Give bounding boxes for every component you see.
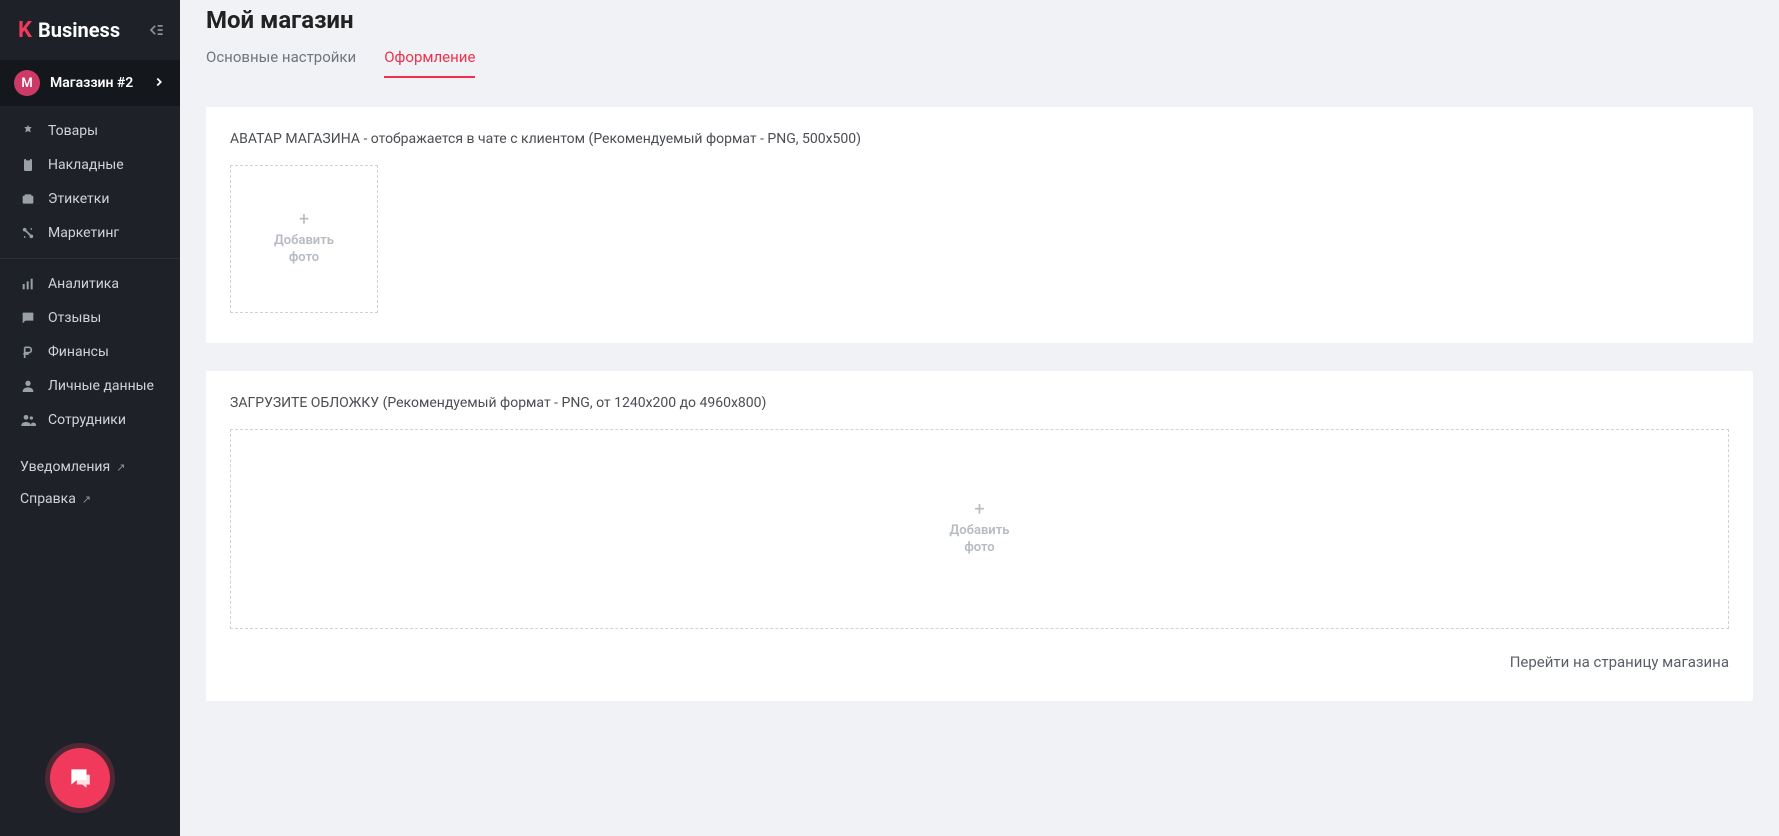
main-content: Мой магазин Основные настройки Оформлени… (180, 0, 1779, 836)
nav-label: Товары (48, 123, 98, 139)
nav-label: Накладные (48, 157, 124, 173)
plus-icon: + (974, 501, 984, 519)
sidebar-item-invoices[interactable]: Накладные (0, 148, 180, 182)
reviews-icon (20, 310, 36, 326)
nav-label: Этикетки (48, 191, 109, 207)
card-footer: Перейти на страницу магазина (230, 653, 1729, 671)
plus-icon: + (299, 211, 309, 229)
sidebar: K Business М Магаззин #2 Товары (0, 0, 180, 836)
employees-icon (20, 412, 36, 428)
sidebar-item-personal[interactable]: Личные данные (0, 369, 180, 403)
notifications-link[interactable]: Уведомления ↗ (20, 451, 160, 483)
sidebar-item-labels[interactable]: Этикетки (0, 182, 180, 216)
link-label: Справка (20, 491, 76, 507)
nav-group-secondary: Аналитика Отзывы Финансы Личные данные С… (0, 258, 180, 437)
upload-text: Добавить фото (950, 523, 1010, 557)
goto-store-link[interactable]: Перейти на страницу магазина (1510, 653, 1729, 671)
brand-k: K (18, 18, 32, 43)
collapse-sidebar-button[interactable] (146, 20, 166, 40)
personal-icon (20, 378, 36, 394)
upload-text: Добавить фото (274, 233, 334, 267)
labels-icon (20, 191, 36, 207)
external-icon: ↗ (82, 493, 91, 506)
nav-label: Аналитика (48, 276, 119, 292)
nav-label: Отзывы (48, 310, 101, 326)
sidebar-item-analytics[interactable]: Аналитика (0, 267, 180, 301)
store-name: Магаззин #2 (50, 75, 142, 91)
nav-label: Личные данные (48, 378, 154, 394)
chevron-right-icon (152, 74, 166, 93)
tab-design[interactable]: Оформление (384, 48, 475, 78)
avatar-card: АВАТАР МАГАЗИНА - отображается в чате с … (206, 107, 1753, 343)
store-avatar: М (14, 70, 40, 96)
external-links: Уведомления ↗ Справка ↗ (0, 437, 180, 515)
cover-upload-box[interactable]: + Добавить фото (230, 429, 1729, 629)
brand-row: K Business (0, 0, 180, 60)
cover-section-label: ЗАГРУЗИТЕ ОБЛОЖКУ (Рекомендуемый формат … (230, 395, 1729, 411)
sidebar-item-employees[interactable]: Сотрудники (0, 403, 180, 437)
brand[interactable]: K Business (18, 18, 120, 43)
external-icon: ↗ (116, 461, 125, 474)
link-label: Уведомления (20, 459, 110, 475)
sidebar-item-marketing[interactable]: Маркетинг (0, 216, 180, 250)
cover-card: ЗАГРУЗИТЕ ОБЛОЖКУ (Рекомендуемый формат … (206, 371, 1753, 701)
store-switcher[interactable]: М Магаззин #2 (0, 60, 180, 106)
tab-basic-settings[interactable]: Основные настройки (206, 48, 356, 78)
nav-group-primary: Товары Накладные Этикетки Маркетинг (0, 106, 180, 250)
nav-label: Сотрудники (48, 412, 126, 428)
invoices-icon (20, 157, 36, 173)
brand-name: Business (38, 18, 120, 42)
tabs: Основные настройки Оформление (206, 48, 1753, 79)
avatar-section-label: АВАТАР МАГАЗИНА - отображается в чате с … (230, 131, 1729, 147)
sidebar-item-products[interactable]: Товары (0, 114, 180, 148)
avatar-upload-box[interactable]: + Добавить фото (230, 165, 378, 313)
nav-label: Маркетинг (48, 225, 119, 241)
sidebar-item-reviews[interactable]: Отзывы (0, 301, 180, 335)
marketing-icon (20, 225, 36, 241)
nav-label: Финансы (48, 344, 109, 360)
finance-icon (20, 344, 36, 360)
page-title: Мой магазин (206, 0, 1753, 34)
chat-fab[interactable] (50, 748, 110, 808)
analytics-icon (20, 276, 36, 292)
products-icon (20, 123, 36, 139)
sidebar-item-finance[interactable]: Финансы (0, 335, 180, 369)
help-link[interactable]: Справка ↗ (20, 483, 160, 515)
chat-icon (67, 765, 93, 791)
